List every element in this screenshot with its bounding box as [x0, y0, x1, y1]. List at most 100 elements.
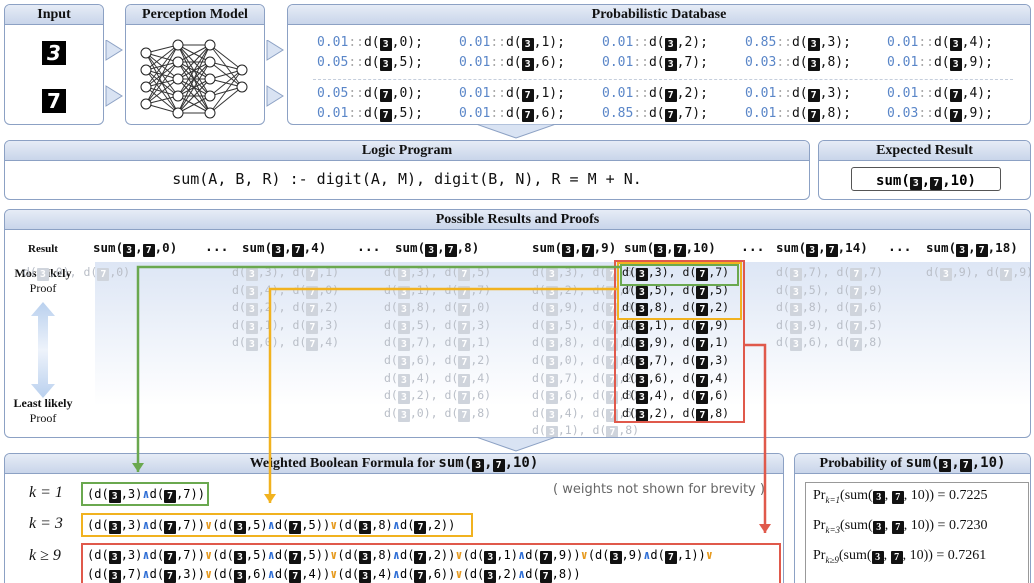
digit-3-icon: 3	[789, 303, 802, 317]
digit-7-icon: 7	[306, 320, 319, 334]
db-fact: 0.03::d(3,8);	[745, 55, 851, 71]
digit-3-icon: 3	[664, 58, 677, 71]
digit-7-icon: 7	[606, 426, 619, 437]
digit-7-icon: 7	[930, 177, 943, 190]
digit-7-icon: 7	[850, 320, 863, 334]
fact-probability: 0.01	[459, 86, 491, 101]
digit-3-icon: 3	[939, 459, 952, 472]
digit-7-icon: 7	[1000, 268, 1013, 281]
digit-3-icon: 3	[397, 338, 410, 352]
digit-image-7: 7	[42, 89, 66, 113]
k-subscript: k=3	[825, 525, 841, 535]
k1-label: k = 1	[29, 484, 63, 501]
digit-7-icon: 7	[959, 459, 972, 472]
all-proofs-box	[614, 260, 745, 423]
neuron-node	[140, 81, 152, 93]
result-header: sum(3, 7,9)	[532, 240, 617, 257]
digit-7-icon: 7	[673, 244, 686, 257]
digit-3-icon: 3	[545, 408, 558, 422]
probability-equation: Prk=1(sum(3, 7, 10)) = 0.7225	[813, 488, 988, 505]
digit-3-icon: 3	[397, 268, 410, 281]
digit-3-icon: 3	[939, 268, 952, 281]
probability-equation: Prk≥9(sum(3, 7, 10)) = 0.7261	[813, 548, 987, 565]
database-title: Probabilistic Database	[288, 5, 1030, 25]
db-fact: 0.01::d(3,7);	[602, 55, 708, 71]
logic-rule: sum(A, B, R) :- digit(A, M), digit(B, N)…	[172, 170, 642, 188]
db-fact: 0.01::d(3,0);	[317, 35, 423, 51]
digit-7-icon: 7	[949, 89, 962, 102]
fact-probability: 0.05	[317, 55, 349, 70]
ellipsis: ...	[205, 240, 229, 255]
digit-7-icon: 7	[458, 268, 471, 281]
fact-probability: 0.01	[887, 86, 919, 101]
perception-model-title: Perception Model	[126, 5, 264, 25]
digit-7-icon: 7	[306, 338, 319, 352]
digit-3-icon: 3	[123, 244, 136, 257]
fact-probability: 0.85	[745, 35, 777, 50]
digit-3-icon: 3	[949, 38, 962, 51]
proof-entry: d(3,4), d(7,4)	[384, 370, 492, 387]
digit-7-icon: 7	[97, 268, 110, 281]
digit-7-icon: 7	[291, 244, 304, 257]
proof-entry: d(3,0), d(7,8)	[384, 405, 492, 422]
db-fact: 0.01::d(3,6);	[459, 55, 565, 71]
probabilistic-database-panel: Probabilistic Database 0.01::d(3,0); 0.01…	[287, 4, 1031, 125]
digit-3-icon: 3	[397, 408, 410, 422]
digit-3-icon: 3	[245, 285, 258, 299]
digit-7-icon: 7	[850, 338, 863, 352]
probability-title: Probability of sum(3, 7,10)	[795, 454, 1030, 474]
neuron-node	[236, 81, 248, 93]
db-fact: 0.01::d(7,2);	[602, 86, 708, 102]
proof-entry: d(3,6), d(7,8)	[776, 335, 884, 352]
proof-entry: d(3,1), d(7,3)	[232, 317, 340, 334]
neuron-node	[172, 39, 184, 51]
digit-3-icon: 3	[545, 285, 558, 299]
proof-entry: d(3,8), d(7,6)	[776, 300, 884, 317]
db-fact: 0.01::d(3,9);	[887, 55, 993, 71]
formula-k9-box	[81, 543, 781, 583]
k3-label: k = 3	[29, 515, 63, 532]
digit-3-icon: 3	[545, 320, 558, 334]
digit-7-icon: 7	[664, 109, 677, 122]
result-header: sum(3, 7,10)	[624, 240, 716, 257]
digit-3-icon: 3	[397, 303, 410, 317]
digit-7-icon: 7	[807, 109, 820, 122]
result-label: Result	[28, 243, 58, 255]
proof-entry: d(3,1), d(7,7)	[384, 282, 492, 299]
neuron-node	[172, 73, 184, 85]
digit-image-3: 3	[42, 41, 66, 65]
neuron-node	[204, 90, 216, 102]
digit-7-icon: 7	[458, 408, 471, 422]
neuron-node	[172, 56, 184, 68]
neuron-node	[140, 98, 152, 110]
digit-7-icon: 7	[825, 244, 838, 257]
fact-probability: 0.01	[317, 106, 349, 121]
neuron-node	[204, 107, 216, 119]
digit-7-icon: 7	[949, 109, 962, 122]
down-arrow-1	[476, 124, 556, 139]
digit-7-icon: 7	[142, 244, 155, 257]
model-to-db-arrows	[266, 40, 284, 107]
proof-entry: d(3,1), d(7,8)	[532, 423, 640, 438]
digit-3-icon: 3	[397, 356, 410, 369]
proof-entry: d(3,8), d(7,0)	[384, 300, 492, 317]
probability-value: 0.7261	[947, 548, 987, 563]
digit-7-icon: 7	[891, 491, 904, 504]
probability-panel: Probability of sum(3, 7,10) Prk=1(sum(3, …	[794, 453, 1031, 583]
proof-entry: d(3,2), d(7,2)	[232, 300, 340, 317]
digit-3-icon: 3	[397, 320, 410, 334]
neuron-node	[204, 73, 216, 85]
digit-3-icon: 3	[871, 551, 884, 564]
neuron-node	[204, 39, 216, 51]
neuron-node	[140, 47, 152, 59]
fact-probability: 0.01	[602, 35, 634, 50]
digit-7-icon: 7	[850, 285, 863, 299]
neuron-node	[204, 56, 216, 68]
digit-3-icon: 3	[245, 268, 258, 281]
digit-3-icon: 3	[789, 285, 802, 299]
k-subscript: k≥9	[825, 555, 839, 565]
probability-value: 0.7230	[948, 518, 988, 533]
down-arrow-2	[476, 437, 556, 452]
digit-3-icon: 3	[379, 58, 392, 71]
weighted-formula-title: Weighted Boolean Formula for sum(3, 7,10)	[5, 454, 783, 474]
